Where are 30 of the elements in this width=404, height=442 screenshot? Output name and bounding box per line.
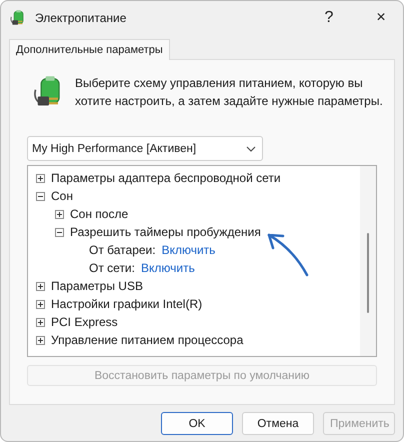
- setting-value-link[interactable]: Включить: [140, 261, 195, 275]
- collapse-icon[interactable]: [55, 228, 64, 236]
- tree-item[interactable]: Параметры адаптера беспроводной сети: [51, 171, 281, 185]
- plan-dropdown[interactable]: My High Performance [Активен]: [27, 136, 263, 161]
- dialog-button[interactable]: OK: [161, 412, 233, 435]
- tree-item[interactable]: Настройки графики Intel(R): [51, 297, 202, 311]
- setting-value-link[interactable]: Включить: [162, 243, 216, 257]
- expand-icon[interactable]: [55, 210, 64, 218]
- expand-icon[interactable]: [36, 336, 45, 344]
- tab[interactable]: Дополнительные параметры: [9, 39, 170, 60]
- setting-label: От батареи:: [89, 243, 156, 257]
- help-button[interactable]: ?: [307, 1, 351, 35]
- scrollbar[interactable]: [360, 166, 376, 356]
- tree-item[interactable]: PCI Express: [51, 315, 118, 329]
- collapse-icon[interactable]: [36, 192, 45, 200]
- tree-item[interactable]: Управление питанием процессора: [51, 333, 244, 347]
- setting-label: От сети:: [89, 261, 135, 275]
- tree-item[interactable]: Разрешить таймеры пробуждения: [70, 225, 261, 239]
- close-button[interactable]: ×: [359, 1, 403, 35]
- expand-icon[interactable]: [36, 174, 45, 182]
- expand-icon[interactable]: [36, 300, 45, 308]
- dialog-button[interactable]: Отмена: [242, 412, 314, 435]
- tree-item[interactable]: Параметры USB: [51, 279, 143, 293]
- tree-item[interactable]: Сон после: [70, 207, 128, 221]
- tree-item[interactable]: Сон: [51, 189, 73, 203]
- expand-icon[interactable]: [36, 318, 45, 326]
- chevron-down-icon: [246, 146, 256, 152]
- window-title: Электропитание: [35, 11, 128, 25]
- description-text: Выберите схему управления питанием, которую вы хотите настроить, а затем задайте нужные параметры.: [75, 75, 384, 110]
- expand-icon[interactable]: [36, 282, 45, 290]
